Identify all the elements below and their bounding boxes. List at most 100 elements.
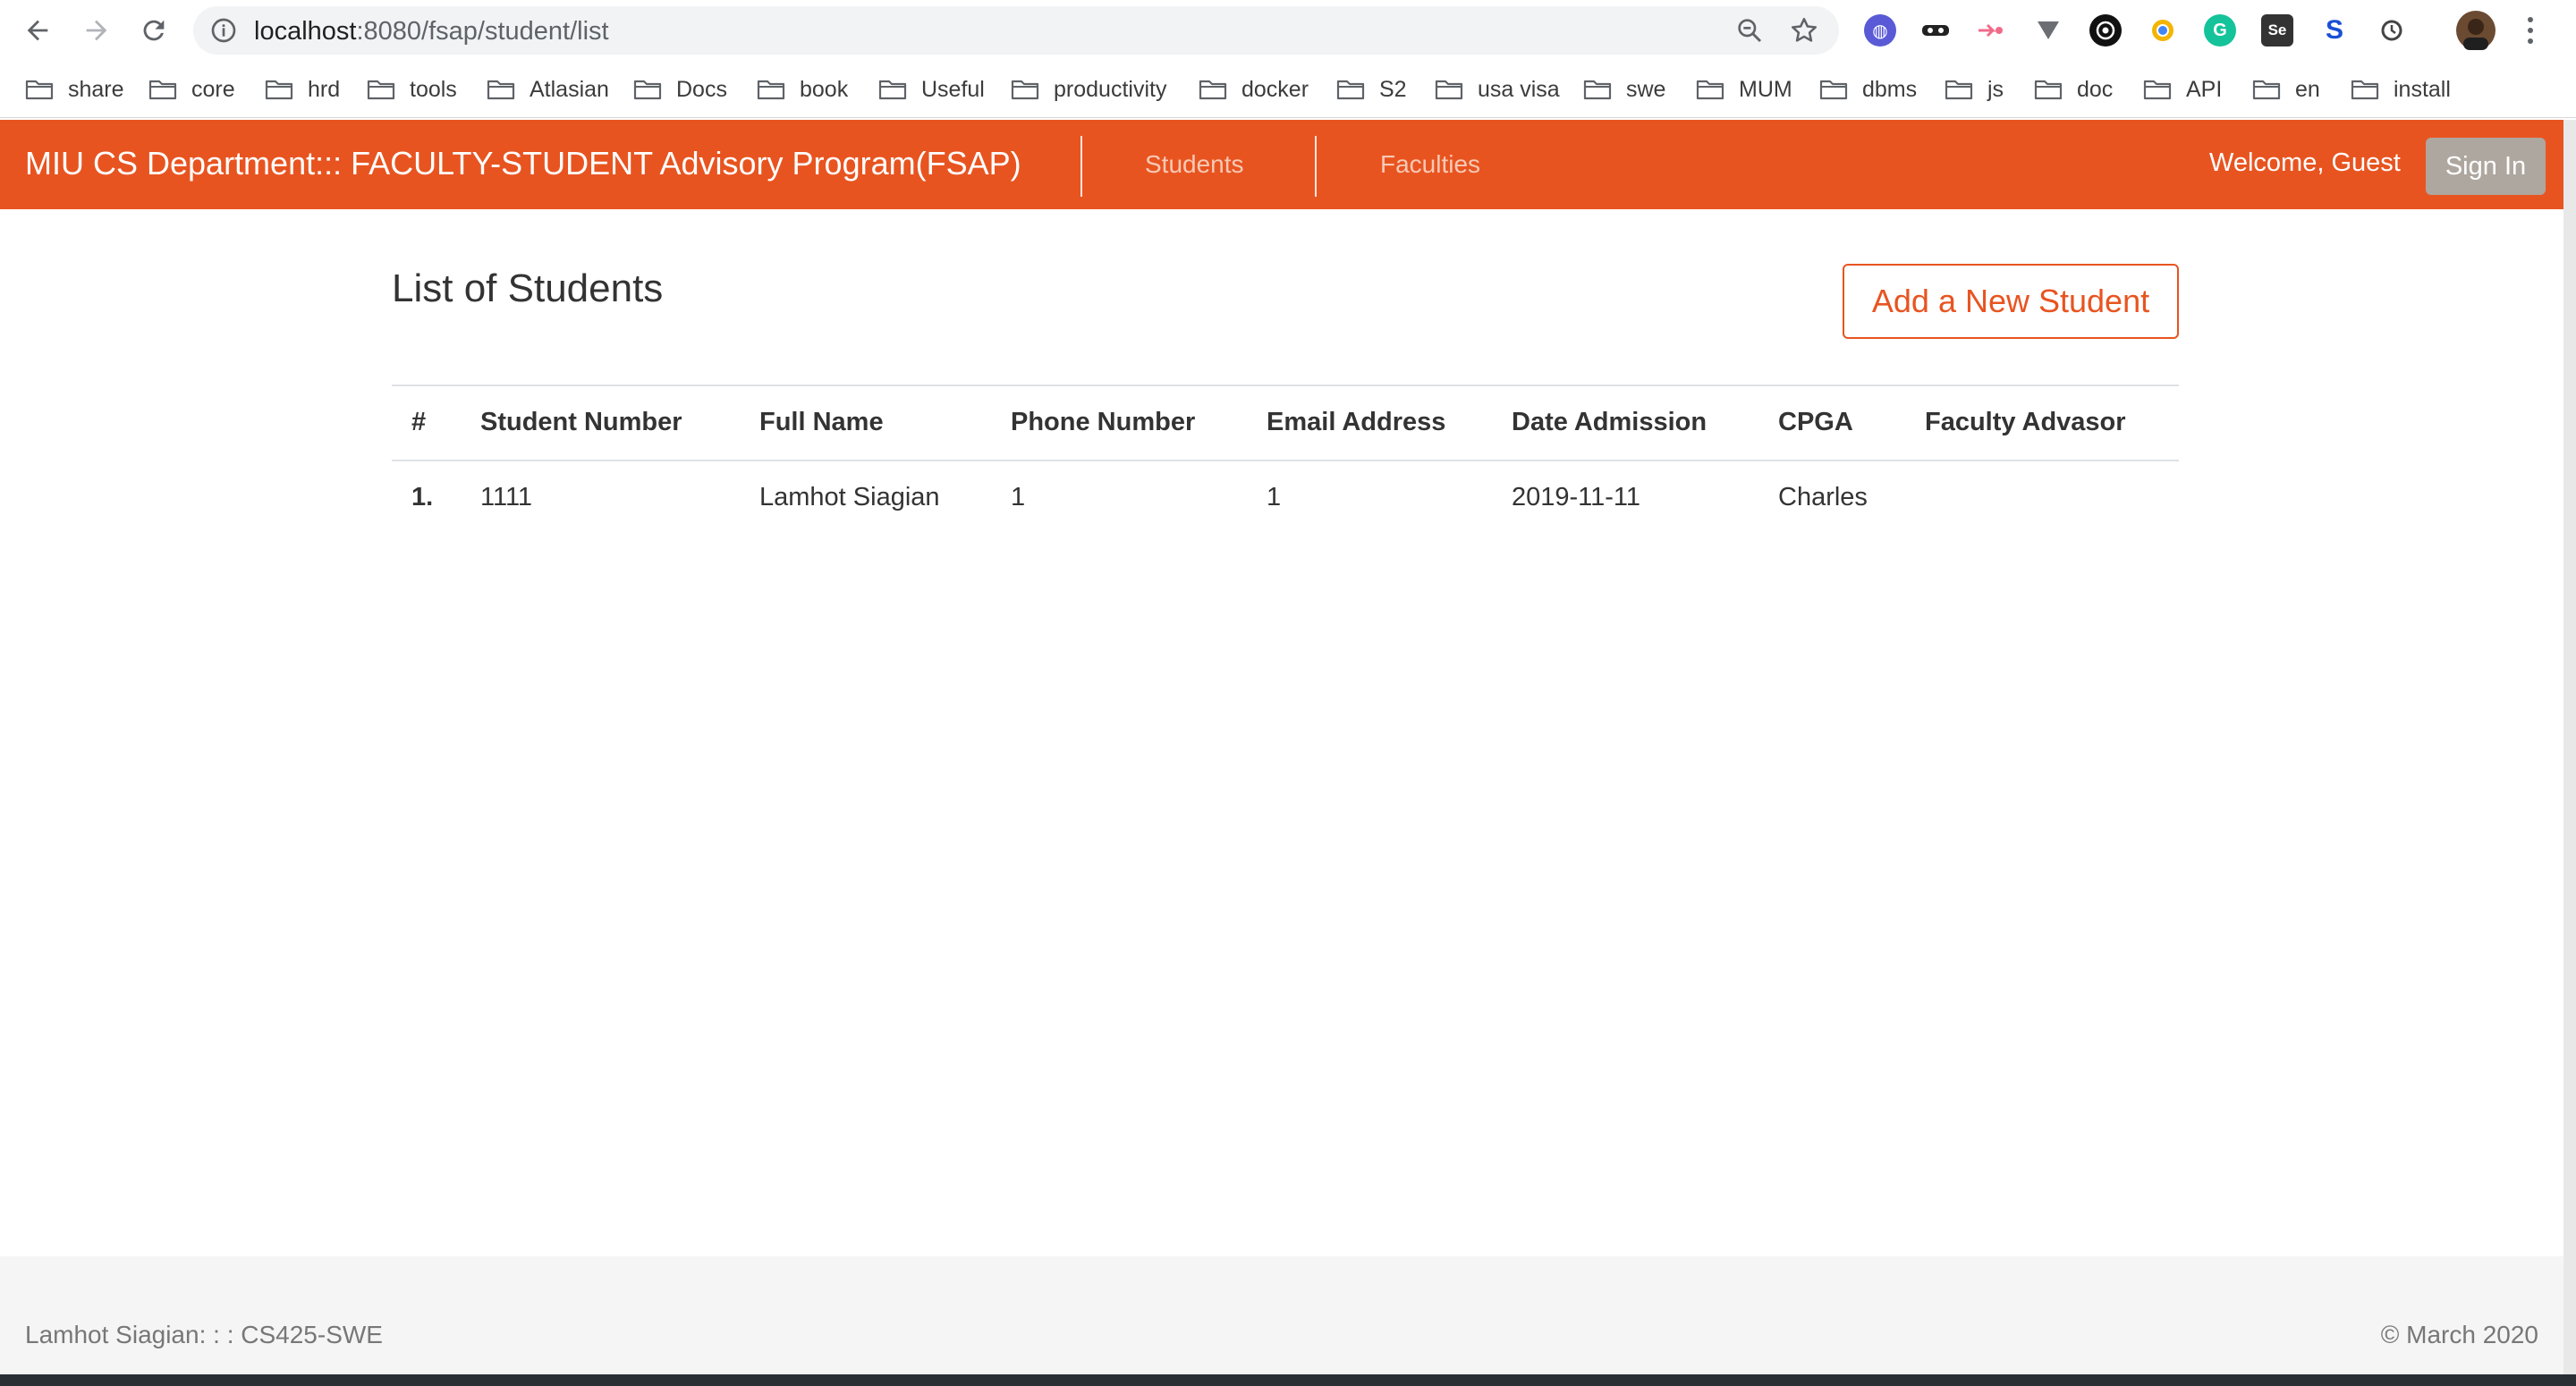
page-footer: Lamhot Siagian: : : CS425-SWE © March 20… — [0, 1256, 2563, 1374]
bookmark-hrd[interactable]: hrd — [265, 73, 340, 106]
info-icon[interactable] — [209, 16, 238, 45]
os-taskbar — [0, 1374, 2576, 1386]
bookmark-label: Docs — [676, 76, 727, 102]
folder-icon — [878, 80, 907, 100]
column-header: # — [411, 408, 427, 436]
table-row[interactable]: 1. 1111 Lamhot Siagian 1 1 2019-11-11 Ch… — [392, 461, 2179, 535]
bookmark-star-icon[interactable] — [1789, 15, 1819, 46]
column-header: Student Number — [480, 408, 682, 436]
navbar-divider — [1080, 136, 1082, 197]
bookmark-useful[interactable]: Useful — [878, 73, 985, 106]
folder-icon — [1696, 80, 1724, 100]
bookmark-s2[interactable]: S2 — [1336, 73, 1407, 106]
bookmark-label: dbms — [1862, 76, 1918, 102]
nav-link-students[interactable]: Students — [1145, 150, 1244, 179]
profile-avatar[interactable] — [2456, 11, 2496, 50]
folder-icon — [1819, 80, 1848, 100]
folder-icon — [633, 80, 662, 100]
column-header: Full Name — [759, 408, 884, 436]
folder-icon — [757, 80, 785, 100]
url-text[interactable]: localhost:8080/fsap/student/list — [254, 17, 609, 46]
bookmark-atlasian[interactable]: Atlasian — [487, 73, 609, 106]
globe-ext-icon[interactable]: ◍ — [1864, 14, 1896, 46]
footer-copyright: © March 2020 — [2380, 1321, 2538, 1348]
bookmark-dbms[interactable]: dbms — [1819, 73, 1917, 106]
navbar-divider — [1315, 136, 1317, 197]
bookmark-api[interactable]: API — [2143, 73, 2222, 106]
folder-icon — [2143, 80, 2172, 100]
mask-ext-icon[interactable] — [1919, 14, 1952, 46]
bookmark-label: tools — [410, 76, 457, 102]
bookmark-productivity[interactable]: productivity — [1011, 73, 1166, 106]
student-number-cell: 1111 — [480, 483, 533, 511]
column-header: Faculty Advasor — [1925, 408, 2126, 436]
folder-icon — [2034, 80, 2063, 100]
folder-icon — [487, 80, 515, 100]
zoom-icon[interactable] — [1735, 16, 1764, 45]
folder-icon — [2351, 80, 2379, 100]
bookmark-usa-visa[interactable]: usa visa — [1435, 73, 1560, 106]
bookmark-label: share — [68, 76, 124, 102]
back-arrow-icon[interactable] — [18, 11, 57, 50]
bookmark-label: doc — [2077, 76, 2114, 102]
app-navbar: MIU CS Department::: FACULTY-STUDENT Adv… — [0, 120, 2563, 209]
bookmark-core[interactable]: core — [148, 73, 235, 106]
folder-icon — [1011, 80, 1039, 100]
bookmarks-bar: share core hrd tools Atlasian Docs book Useful p… — [0, 61, 2576, 118]
bookmark-label: js — [1987, 76, 2004, 102]
footer-credit: Lamhot Siagian: : : CS425-SWE — [25, 1321, 383, 1348]
add-student-button[interactable]: Add a New Student — [1843, 264, 2179, 339]
bookmark-install[interactable]: install — [2351, 73, 2451, 106]
bookmark-share[interactable]: share — [25, 73, 124, 106]
se-ext-icon[interactable]: Se — [2261, 14, 2293, 46]
navbar-brand[interactable]: MIU CS Department::: FACULTY-STUDENT Adv… — [25, 145, 1021, 182]
nav-link-faculties[interactable]: Faculties — [1380, 150, 1480, 179]
s-ext-icon[interactable]: S — [2318, 14, 2351, 46]
bookmark-mum[interactable]: MUM — [1696, 73, 1792, 106]
row-index: 1. — [411, 483, 434, 511]
bookmark-book[interactable]: book — [757, 73, 848, 106]
grammarly-ext-icon[interactable]: G — [2204, 14, 2236, 46]
browser-toolbar: localhost:8080/fsap/student/list ◍ G Se — [0, 0, 2576, 61]
column-header: Email Address — [1267, 408, 1446, 436]
sync-ext-icon[interactable] — [2376, 14, 2408, 46]
address-bar[interactable]: localhost:8080/fsap/student/list — [193, 6, 1839, 55]
sign-in-button[interactable]: Sign In — [2426, 138, 2546, 195]
bookmark-tools[interactable]: tools — [367, 73, 457, 106]
phone-number-cell: 1 — [1011, 483, 1026, 511]
bookmark-label: MUM — [1739, 76, 1792, 102]
bookmark-en[interactable]: en — [2252, 73, 2320, 106]
reload-icon[interactable] — [134, 11, 174, 50]
chrome-ext-icon[interactable] — [2147, 14, 2179, 46]
welcome-text: Welcome, Guest — [2209, 148, 2401, 177]
bookmark-swe[interactable]: swe — [1583, 73, 1665, 106]
bookmark-docs[interactable]: Docs — [633, 73, 727, 106]
column-header: Phone Number — [1011, 408, 1196, 436]
email-address-cell: 1 — [1267, 483, 1282, 511]
folder-icon — [1945, 80, 1973, 100]
v-ext-icon[interactable] — [2032, 14, 2064, 46]
table-header-row: # Student Number Full Name Phone Number … — [392, 385, 2179, 461]
browser-menu-icon[interactable] — [2517, 13, 2544, 48]
scrollbar-track[interactable] — [2563, 120, 2576, 1386]
folder-icon — [1199, 80, 1227, 100]
bookmark-label: swe — [1626, 76, 1666, 102]
date-admission-cell: 2019-11-11 — [1512, 483, 1641, 511]
bookmark-label: API — [2186, 76, 2223, 102]
bookmark-js[interactable]: js — [1945, 73, 2004, 106]
pink-arrow-ext-icon[interactable] — [1975, 14, 2007, 46]
target-ext-icon[interactable] — [2089, 14, 2122, 46]
folder-icon — [1583, 80, 1612, 100]
bookmark-label: book — [800, 76, 849, 102]
folder-icon — [148, 80, 177, 100]
bookmark-label: Atlasian — [530, 76, 609, 102]
forward-arrow-icon[interactable] — [77, 11, 116, 50]
full-name-cell: Lamhot Siagian — [759, 483, 940, 511]
column-header: CPGA — [1778, 408, 1853, 436]
page-title: List of Students — [392, 266, 664, 310]
bookmark-label: docker — [1241, 76, 1309, 102]
folder-icon — [1435, 80, 1463, 100]
bookmark-doc[interactable]: doc — [2034, 73, 2113, 106]
bookmark-label: core — [191, 76, 235, 102]
bookmark-docker[interactable]: docker — [1199, 73, 1309, 106]
